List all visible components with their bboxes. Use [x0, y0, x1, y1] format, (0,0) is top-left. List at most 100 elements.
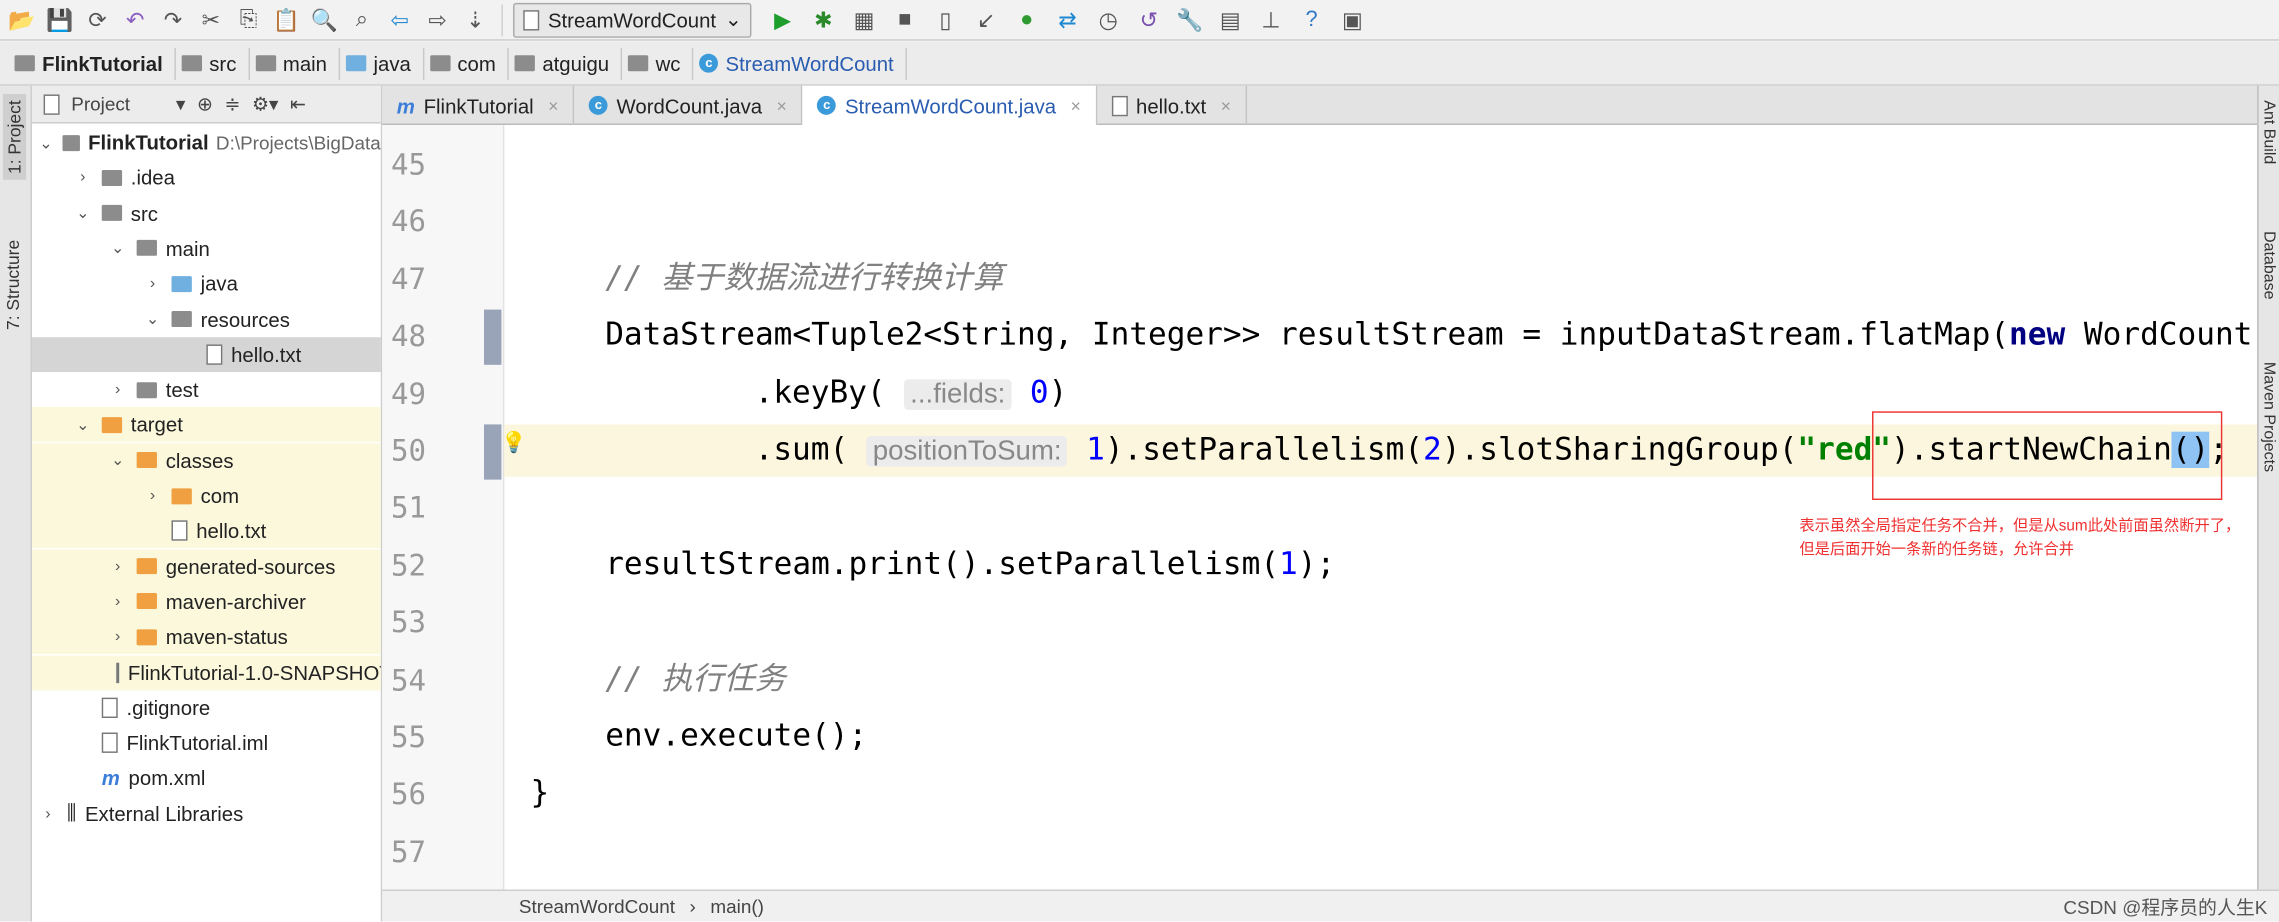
chevron-right-icon[interactable]: › — [108, 381, 128, 398]
paste-icon[interactable]: 📋 — [270, 4, 302, 36]
tool-tab-structure[interactable]: 7: Structure — [3, 240, 23, 330]
tree-item[interactable]: ⌄ target — [31, 407, 381, 443]
dropdown-icon[interactable]: ▾ — [176, 92, 185, 115]
run-icon[interactable]: ▶ — [767, 4, 799, 36]
breadcrumb-item[interactable]: com — [424, 47, 509, 80]
close-icon[interactable]: × — [777, 95, 787, 115]
tool-tab-maven-projects[interactable]: Maven Projects — [2260, 362, 2277, 472]
tree-item[interactable]: ⌄ src — [32, 196, 381, 231]
tree-item[interactable]: hello.txt — [31, 513, 381, 549]
breadcrumb-item[interactable]: atguigu — [509, 47, 623, 80]
file-icon — [206, 344, 223, 365]
tree-item[interactable]: ⌄ classes — [31, 442, 381, 478]
project-structure-icon[interactable]: ▤ — [1214, 4, 1246, 36]
coverage-icon[interactable]: ▦ — [848, 4, 880, 36]
tree-item[interactable]: ⌄ main — [32, 231, 381, 266]
chevron-right-icon[interactable]: › — [142, 487, 162, 504]
chevron-down-icon[interactable]: ⌄ — [73, 204, 93, 222]
tree-item[interactable]: › generated-sources — [31, 548, 381, 584]
vcs-update-icon[interactable]: ↙ — [970, 4, 1002, 36]
tool-tab-project[interactable]: 1: Project — [2, 94, 27, 180]
tree-item[interactable]: › ⫼ External Libraries — [32, 796, 381, 831]
chevron-down-icon[interactable]: ⌄ — [142, 310, 162, 328]
redo-icon[interactable]: ↷ — [157, 4, 189, 36]
tree-item[interactable]: › .idea — [32, 160, 381, 195]
tool-tab-ant-build[interactable]: Ant Build — [2260, 100, 2277, 164]
breadcrumb-item[interactable]: src — [176, 47, 250, 80]
tab-flinktutorial[interactable]: m FlinkTutorial × — [382, 85, 575, 125]
vcs-compare-icon[interactable]: ⇄ — [1051, 4, 1083, 36]
copy-icon[interactable]: ⎘ — [233, 4, 265, 36]
chevron-right-icon[interactable]: › — [73, 169, 93, 186]
status-crumb-class[interactable]: StreamWordCount — [519, 895, 675, 917]
tab-wordcount-java[interactable]: c WordCount.java × — [574, 85, 803, 125]
tab-hello-txt[interactable]: hello.txt × — [1097, 85, 1247, 125]
code-editor[interactable]: 45 46 47 // 基于数据流进行转换计算 48 DataStream<Tuple2<… — [382, 124, 2258, 890]
tree-item[interactable]: hello.txt — [31, 336, 381, 372]
tree-item[interactable]: ⌄ resources — [32, 302, 381, 337]
code-token: 1 — [1279, 546, 1298, 583]
hide-icon[interactable]: ⇤ — [290, 92, 306, 115]
tree-item[interactable]: › java — [32, 266, 381, 301]
open-icon[interactable]: 📂 — [6, 4, 38, 36]
file-icon — [101, 732, 118, 754]
attach-icon[interactable]: ▯ — [929, 4, 961, 36]
stop-icon[interactable]: ■ — [889, 4, 921, 36]
locate-icon[interactable]: ⊕ — [197, 92, 213, 115]
line-number: 48 — [390, 318, 426, 354]
vcs-history-icon[interactable]: ◷ — [1092, 4, 1124, 36]
breadcrumb-item[interactable]: main — [249, 47, 341, 80]
tool-tab-database[interactable]: Database — [2260, 231, 2277, 299]
folder-icon — [136, 628, 157, 645]
sync-icon[interactable]: ⟳ — [81, 4, 113, 36]
chevron-down-icon[interactable]: ⌄ — [108, 451, 128, 469]
settings-icon[interactable]: 🔧 — [1174, 4, 1206, 36]
gear-icon[interactable]: ⚙▾ — [252, 92, 278, 115]
tab-streamwordcount-java[interactable]: c StreamWordCount.java × — [802, 85, 1097, 125]
vcs-revert-icon[interactable]: ↺ — [1133, 4, 1165, 36]
cut-icon[interactable]: ✂ — [195, 4, 227, 36]
close-icon[interactable]: × — [1221, 95, 1231, 115]
chevron-right-icon[interactable]: › — [108, 628, 128, 645]
debug-icon[interactable]: ✱ — [807, 4, 839, 36]
breadcrumb-item[interactable]: FlinkTutorial — [9, 47, 176, 80]
tree-item[interactable]: .gitignore — [32, 690, 381, 725]
file-icon — [1111, 95, 1128, 116]
breadcrumb-item[interactable]: java — [340, 47, 424, 80]
tree-item[interactable]: ⌄ FlinkTutorial D:\Projects\BigData — [32, 125, 381, 160]
chevron-right-icon[interactable]: › — [38, 805, 58, 822]
tree-item[interactable]: FlinkTutorial-1.0-SNAPSHOT.jar — [31, 654, 381, 690]
run-configuration-select[interactable]: StreamWordCount ⌄ — [513, 2, 753, 38]
close-icon[interactable]: × — [548, 95, 558, 115]
collapse-all-icon[interactable]: ≑ — [224, 92, 240, 115]
help-icon[interactable]: ? — [1296, 4, 1328, 36]
chevron-right-icon[interactable]: › — [108, 593, 128, 610]
save-chip-icon[interactable]: ▣ — [1336, 4, 1368, 36]
breadcrumb-item[interactable]: c StreamWordCount — [694, 47, 907, 80]
tree-item[interactable]: › maven-status — [31, 619, 381, 655]
tree-item[interactable]: › test — [32, 372, 381, 407]
breadcrumb-item[interactable]: wc — [622, 47, 694, 80]
find-icon[interactable]: 🔍 — [308, 4, 340, 36]
chevron-down-icon[interactable]: ⌄ — [38, 133, 54, 151]
chevron-down-icon[interactable]: ⌄ — [108, 239, 128, 257]
sdk-icon[interactable]: ⊥ — [1255, 4, 1287, 36]
tree-item[interactable]: › com — [31, 478, 381, 514]
save-icon[interactable]: 💾 — [44, 4, 76, 36]
close-icon[interactable]: × — [1071, 95, 1081, 115]
tree-item[interactable]: m pom.xml — [32, 761, 381, 796]
chevron-down-icon[interactable]: ⌄ — [73, 416, 93, 434]
tree-item[interactable]: FlinkTutorial.iml — [32, 725, 381, 760]
intention-bulb-icon[interactable]: 💡 — [501, 430, 526, 455]
build-icon[interactable]: ⇣ — [459, 4, 491, 36]
undo-icon[interactable]: ↶ — [119, 4, 151, 36]
back-icon[interactable]: ⇦ — [384, 4, 416, 36]
status-crumb-method[interactable]: main() — [710, 895, 764, 917]
project-view-select[interactable]: Project — [71, 93, 164, 115]
chevron-right-icon[interactable]: › — [142, 275, 162, 292]
forward-icon[interactable]: ⇨ — [421, 4, 453, 36]
vcs-commit-icon[interactable]: ● — [1011, 4, 1043, 36]
replace-icon[interactable]: ⌕ — [346, 4, 378, 36]
tree-item[interactable]: › maven-archiver — [31, 584, 381, 620]
chevron-right-icon[interactable]: › — [108, 558, 128, 575]
